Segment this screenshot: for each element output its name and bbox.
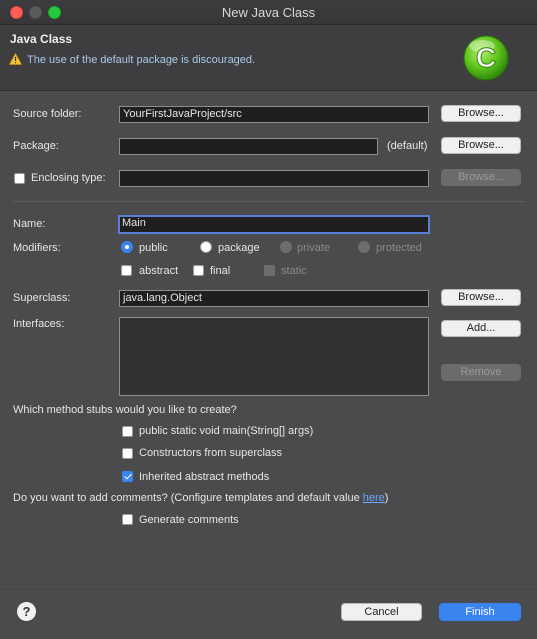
enclosing-type-label: Enclosing type: xyxy=(31,172,106,184)
superclass-input[interactable]: java.lang.Object xyxy=(119,290,429,307)
interfaces-list[interactable] xyxy=(119,317,429,396)
modifiers-label: Modifiers: xyxy=(13,242,61,254)
header-warning-message: The use of the default package is discou… xyxy=(27,54,256,66)
modifier-package-label: package xyxy=(218,242,260,254)
modifier-public-label: public xyxy=(139,242,168,254)
warning-icon xyxy=(9,53,22,65)
modifier-package-radio[interactable] xyxy=(200,241,212,253)
generate-comments-checkbox[interactable] xyxy=(122,514,133,525)
help-icon[interactable]: ? xyxy=(17,602,36,621)
package-browse-button[interactable]: Browse... xyxy=(441,137,521,154)
class-name-input[interactable]: Main xyxy=(118,215,430,234)
stub-constructors-label: Constructors from superclass xyxy=(139,447,283,459)
modifier-abstract-checkbox[interactable] xyxy=(121,265,132,276)
wizard-header: Java Class The use of the default packag… xyxy=(0,25,537,90)
header-divider xyxy=(0,90,537,91)
package-default-hint: (default) xyxy=(387,140,428,152)
stub-constructors-checkbox[interactable] xyxy=(122,448,133,459)
generate-comments-label: Generate comments xyxy=(139,514,239,526)
window-title: New Java Class xyxy=(221,5,316,20)
source-folder-input[interactable]: YourFirstJavaProject/src xyxy=(119,106,429,123)
source-folder-browse-button[interactable]: Browse... xyxy=(441,105,521,122)
superclass-browse-button[interactable]: Browse... xyxy=(441,289,521,306)
stub-main-checkbox[interactable] xyxy=(122,426,133,437)
package-label: Package: xyxy=(13,140,59,152)
stub-inherited-checkbox[interactable] xyxy=(122,471,133,482)
footer-divider xyxy=(0,589,537,590)
comments-question: Do you want to add comments? (Configure … xyxy=(13,492,388,504)
package-input[interactable] xyxy=(119,138,378,155)
interfaces-label: Interfaces: xyxy=(13,318,65,330)
cancel-button[interactable]: Cancel xyxy=(341,603,422,621)
modifier-protected-label: protected xyxy=(376,242,422,254)
modifier-static-label: static xyxy=(281,265,307,277)
comments-question-text: Do you want to add comments? (Configure … xyxy=(13,492,363,504)
method-stubs-question: Which method stubs would you like to cre… xyxy=(13,404,237,416)
name-label: Name: xyxy=(13,218,46,230)
wizard-page-title: Java Class xyxy=(10,32,73,46)
enclosing-type-input[interactable] xyxy=(119,170,429,187)
modifier-abstract-label: abstract xyxy=(139,265,179,277)
modifier-final-label: final xyxy=(210,265,231,277)
modifier-private-label: private xyxy=(297,242,331,254)
modifier-private-radio[interactable] xyxy=(280,241,292,253)
finish-button[interactable]: Finish xyxy=(439,603,521,621)
new-java-class-dialog: New Java Class Java Class The use of the… xyxy=(0,0,537,639)
superclass-label: Superclass: xyxy=(13,292,71,304)
interfaces-add-button[interactable]: Add... xyxy=(441,320,521,337)
modifier-public-radio[interactable] xyxy=(121,241,133,253)
interfaces-remove-button[interactable]: Remove xyxy=(441,364,521,381)
modifier-final-checkbox[interactable] xyxy=(193,265,204,276)
comments-question-suffix: ) xyxy=(384,492,389,504)
svg-text:C: C xyxy=(476,42,496,73)
stub-inherited-label: Inherited abstract methods xyxy=(139,471,270,483)
source-folder-label: Source folder: xyxy=(13,108,82,120)
modifier-protected-radio[interactable] xyxy=(358,241,370,253)
java-class-logo-icon: C xyxy=(463,35,509,81)
title-bar: New Java Class xyxy=(0,0,537,25)
configure-templates-link[interactable]: here xyxy=(363,492,385,504)
modifier-static-checkbox[interactable] xyxy=(264,265,275,276)
enclosing-type-checkbox[interactable] xyxy=(14,173,25,184)
section-divider xyxy=(13,201,525,202)
enclosing-type-browse-button[interactable]: Browse... xyxy=(441,169,521,186)
stub-main-label: public static void main(String[] args) xyxy=(139,425,314,437)
